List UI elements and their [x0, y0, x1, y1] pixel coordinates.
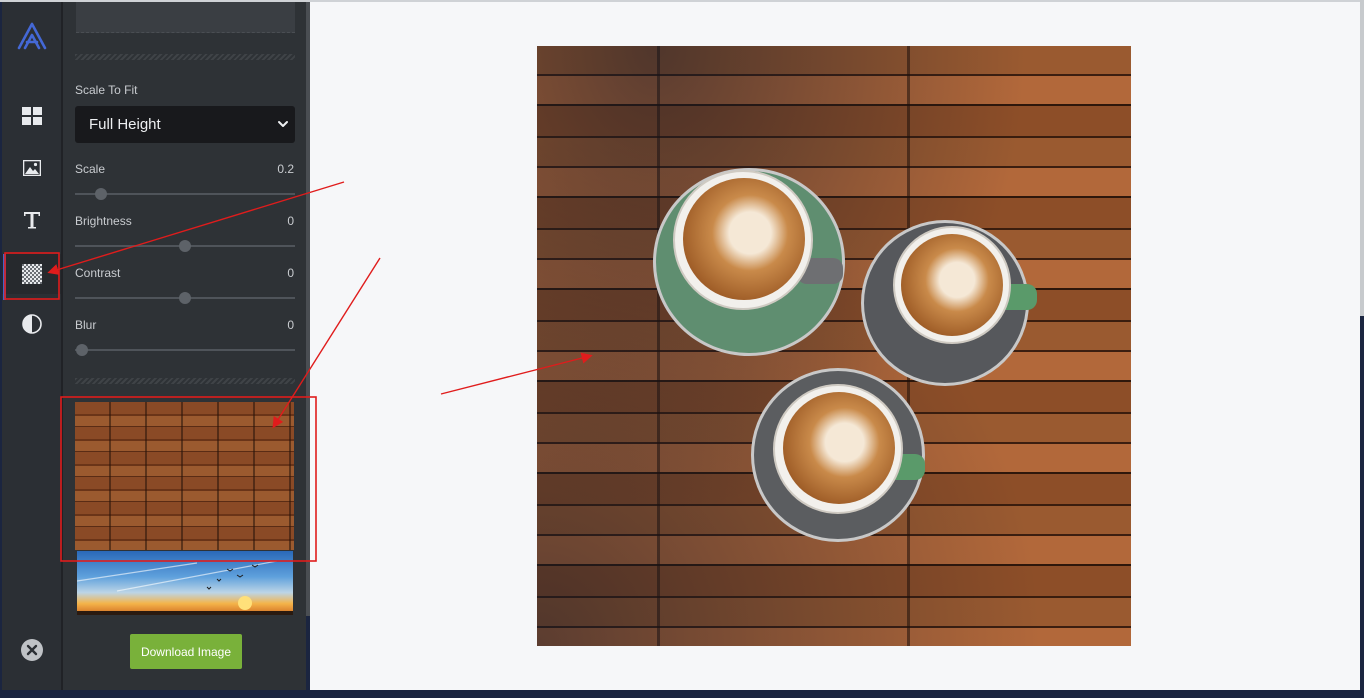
scale-to-fit-label: Scale To Fit: [75, 83, 138, 97]
templates-icon[interactable]: [2, 96, 61, 136]
text-icon[interactable]: [2, 200, 61, 240]
window-right-border: [1360, 0, 1364, 316]
section-divider: [75, 378, 295, 384]
filter-icon[interactable]: [2, 304, 61, 344]
photo-editor-app: Scale To Fit Full Height Scale 0.2 Brigh…: [0, 0, 1364, 698]
section-divider: [75, 54, 295, 60]
contrast-label: Contrast: [75, 266, 121, 280]
latte-art: [901, 234, 1003, 336]
close-icon[interactable]: [2, 630, 61, 670]
slider-thumb[interactable]: [179, 240, 191, 252]
brightness-slider[interactable]: [75, 240, 295, 252]
logo-icon[interactable]: [2, 16, 61, 56]
chevron-down-icon: [278, 121, 288, 127]
slider-track: [75, 193, 295, 195]
contrast-slider[interactable]: [75, 292, 295, 304]
background-thumbnail-sunset[interactable]: [77, 551, 293, 615]
brightness-value: 0: [287, 214, 294, 228]
blur-label: Blur: [75, 318, 97, 332]
latte-art: [783, 392, 895, 504]
active-indicator: [3, 254, 6, 300]
latte-art: [683, 178, 805, 300]
blur-slider[interactable]: [75, 344, 295, 356]
background-thumbnail-wood[interactable]: [75, 402, 294, 550]
design-artboard[interactable]: [537, 46, 1131, 646]
panel-top-card: [76, 2, 295, 33]
scale-value: 0.2: [277, 162, 294, 176]
slider-thumb[interactable]: [95, 188, 108, 200]
scale-label: Scale: [75, 162, 106, 176]
slider-thumb[interactable]: [75, 344, 88, 356]
background-icon[interactable]: [2, 254, 61, 300]
download-image-button[interactable]: Download Image: [130, 634, 242, 669]
blur-value: 0: [287, 318, 294, 332]
slider-track: [75, 349, 295, 351]
brightness-label: Brightness: [75, 214, 132, 228]
scale-to-fit-select[interactable]: Full Height: [75, 106, 295, 143]
background-settings-panel: Scale To Fit Full Height Scale 0.2 Brigh…: [63, 2, 306, 690]
slider-thumb[interactable]: [179, 292, 191, 304]
scale-slider[interactable]: [75, 188, 295, 200]
icon-rail: [2, 2, 61, 690]
contrast-value: 0: [287, 266, 294, 280]
image-icon[interactable]: [2, 148, 61, 188]
scale-to-fit-value: Full Height: [89, 116, 161, 133]
